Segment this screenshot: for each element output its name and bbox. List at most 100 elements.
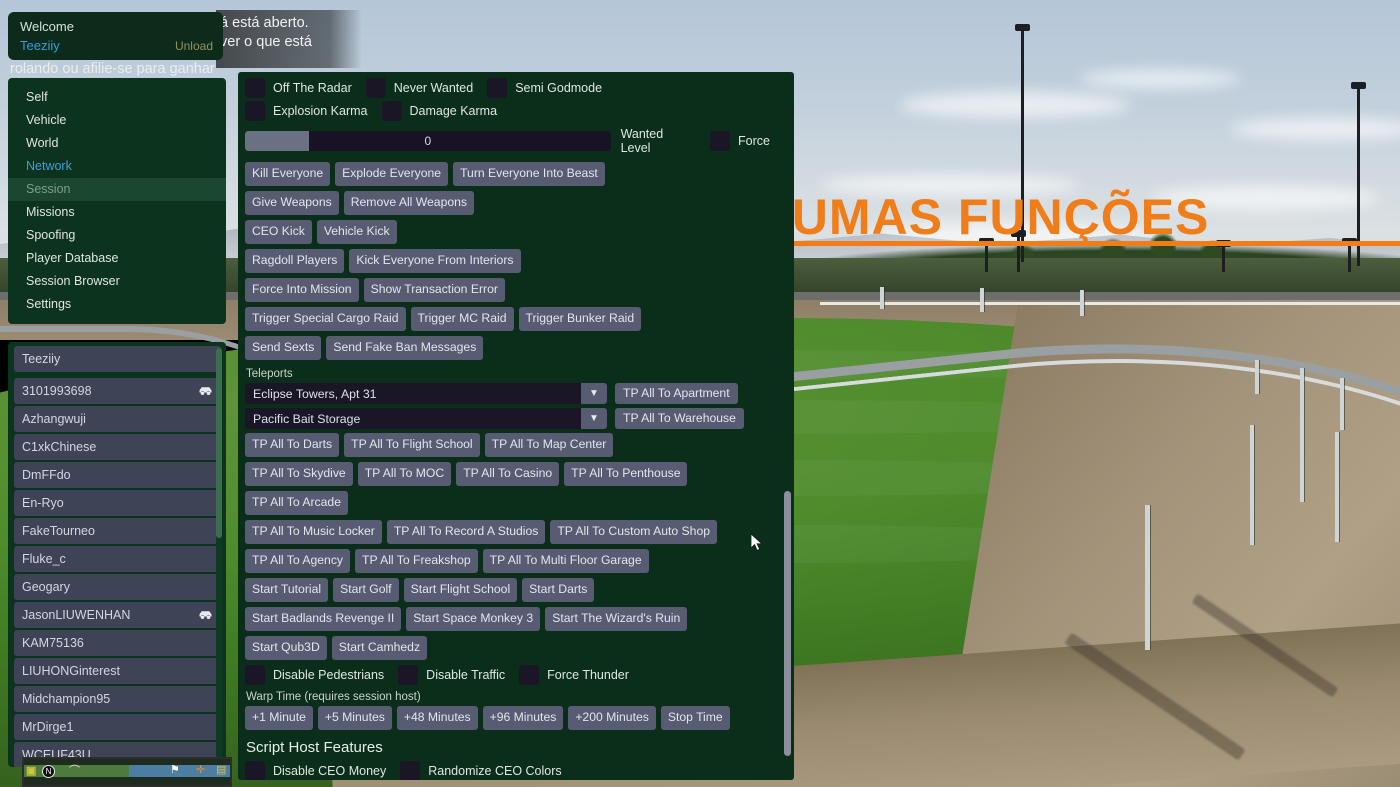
sidebar-item-spoofing[interactable]: Spoofing [8, 224, 226, 247]
sidebar-item-network[interactable]: Network [8, 155, 226, 178]
player-row[interactable]: Midchampion95 [14, 686, 221, 712]
disable-ceo-money-checkbox[interactable] [245, 761, 265, 780]
tp-all-to-custom-auto-shop-button[interactable]: TP All To Custom Auto Shop [550, 520, 718, 544]
tp-all-to-multi-floor-garage-button[interactable]: TP All To Multi Floor Garage [482, 549, 649, 573]
send-sexts-button[interactable]: Send Sexts [245, 336, 322, 360]
sidebar-item-self[interactable]: Self [8, 86, 226, 109]
force-wanted-checkbox[interactable] [710, 131, 731, 151]
sidebar-item-player-database[interactable]: Player Database [8, 247, 226, 270]
explode-everyone-button[interactable]: Explode Everyone [335, 162, 449, 186]
player-row[interactable]: DmFFdo [14, 462, 221, 488]
tp-all-to-darts-button[interactable]: TP All To Darts [245, 433, 340, 457]
player-list-scrollbar[interactable] [216, 348, 222, 758]
tp-all-to-skydive-button[interactable]: TP All To Skydive [245, 462, 353, 486]
tp-all-to-flight-school-button[interactable]: TP All To Flight School [344, 433, 480, 457]
start-badlands-revenge-ii-button[interactable]: Start Badlands Revenge II [245, 607, 402, 631]
start-space-monkey-3-button[interactable]: Start Space Monkey 3 [406, 607, 541, 631]
48-minutes-button[interactable]: +48 Minutes [396, 706, 478, 730]
wanted-level-slider[interactable]: 0 [245, 131, 611, 151]
player-row-self[interactable]: Teeziiy [14, 346, 221, 372]
remove-all-weapons-button[interactable]: Remove All Weapons [343, 191, 475, 215]
player-row[interactable]: En-Ryo [14, 490, 221, 516]
vehicle-kick-button[interactable]: Vehicle Kick [316, 220, 397, 244]
trigger-bunker-raid-button[interactable]: Trigger Bunker Raid [518, 307, 642, 331]
kick-everyone-from-interiors-button[interactable]: Kick Everyone From Interiors [349, 249, 521, 273]
1-minute-button[interactable]: +1 Minute [245, 706, 313, 730]
main-panel-scrollbar[interactable] [784, 76, 791, 776]
start-darts-button[interactable]: Start Darts [522, 578, 595, 602]
sidebar-item-world[interactable]: World [8, 132, 226, 155]
show-transaction-error-button[interactable]: Show Transaction Error [363, 278, 505, 302]
player-row[interactable]: LIUHONGinterest [14, 658, 221, 684]
force-thunder-checkbox[interactable] [519, 665, 540, 685]
player-row[interactable]: Geogary [14, 574, 221, 600]
turn-everyone-into-beast-button[interactable]: Turn Everyone Into Beast [453, 162, 605, 186]
warehouse-dropdown[interactable]: Pacific Bait Storage ▼ [245, 408, 607, 429]
tp-all-to-casino-button[interactable]: TP All To Casino [456, 462, 560, 486]
disable-traffic-checkbox[interactable] [398, 665, 419, 685]
sidebar-item-missions[interactable]: Missions [8, 201, 226, 224]
chevron-down-icon[interactable]: ▼ [581, 408, 607, 429]
tp-all-to-arcade-button[interactable]: TP All To Arcade [245, 491, 348, 515]
ragdoll-players-button[interactable]: Ragdoll Players [245, 249, 345, 273]
chevron-down-icon[interactable]: ▼ [581, 383, 607, 404]
disable-pedestrians-toggle[interactable]: Disable Pedestrians [245, 665, 384, 685]
off-the-radar-checkbox[interactable] [245, 78, 265, 98]
player-list-scrollbar-thumb[interactable] [216, 348, 222, 538]
sidebar-item-settings[interactable]: Settings [8, 293, 226, 316]
never-wanted-toggle[interactable]: Never Wanted [365, 78, 473, 98]
player-row[interactable]: Azhangwuji [14, 406, 221, 432]
start-flight-school-button[interactable]: Start Flight School [403, 578, 518, 602]
player-row[interactable]: 3101993698 [14, 378, 221, 404]
force-wanted-toggle[interactable]: Force [710, 131, 770, 151]
start-tutorial-button[interactable]: Start Tutorial [245, 578, 329, 602]
tp-all-to-map-center-button[interactable]: TP All To Map Center [484, 433, 614, 457]
trigger-special-cargo-raid-button[interactable]: Trigger Special Cargo Raid [245, 307, 406, 331]
damage-karma-toggle[interactable]: Damage Karma [381, 101, 497, 121]
kill-everyone-button[interactable]: Kill Everyone [245, 162, 331, 186]
send-fake-ban-messages-button[interactable]: Send Fake Ban Messages [326, 336, 484, 360]
sidebar-item-session-browser[interactable]: Session Browser [8, 270, 226, 293]
200-minutes-button[interactable]: +200 Minutes [568, 706, 656, 730]
tp-all-to-music-locker-button[interactable]: TP All To Music Locker [245, 520, 382, 544]
sidebar-item-vehicle[interactable]: Vehicle [8, 109, 226, 132]
never-wanted-checkbox[interactable] [365, 78, 386, 98]
tp-all-to-moc-button[interactable]: TP All To MOC [357, 462, 452, 486]
force-into-mission-button[interactable]: Force Into Mission [245, 278, 359, 302]
disable-pedestrians-checkbox[interactable] [245, 665, 265, 685]
start-the-wizard-s-ruin-button[interactable]: Start The Wizard's Ruin [545, 607, 688, 631]
player-row[interactable]: Fluke_c [14, 546, 221, 572]
semi-godmode-toggle[interactable]: Semi Godmode [487, 78, 602, 98]
off-the-radar-toggle[interactable]: Off The Radar [245, 78, 352, 98]
damage-karma-checkbox[interactable] [381, 101, 402, 121]
apartment-dropdown[interactable]: Eclipse Towers, Apt 31 ▼ [245, 383, 607, 404]
semi-godmode-checkbox[interactable] [487, 78, 508, 98]
force-thunder-toggle[interactable]: Force Thunder [519, 665, 629, 685]
player-row[interactable]: FakeTourneo [14, 518, 221, 544]
tp-all-to-freakshop-button[interactable]: TP All To Freakshop [355, 549, 478, 573]
player-row[interactable]: JasonLIUWENHAN [14, 602, 221, 628]
trigger-mc-raid-button[interactable]: Trigger MC Raid [410, 307, 514, 331]
start-qub3d-button[interactable]: Start Qub3D [245, 636, 327, 660]
start-camhedz-button[interactable]: Start Camhedz [331, 636, 428, 660]
sidebar-item-session[interactable]: Session [8, 178, 226, 201]
unload-button[interactable]: Unload [175, 39, 213, 53]
player-row[interactable]: C1xkChinese [14, 434, 221, 460]
tp-all-to-agency-button[interactable]: TP All To Agency [245, 549, 351, 573]
main-panel-scrollbar-thumb[interactable] [784, 491, 791, 756]
give-weapons-button[interactable]: Give Weapons [245, 191, 339, 215]
tp-all-to-record-a-studios-button[interactable]: TP All To Record A Studios [386, 520, 546, 544]
5-minutes-button[interactable]: +5 Minutes [317, 706, 392, 730]
randomize-ceo-colors-toggle[interactable]: Randomize CEO Colors [400, 761, 562, 780]
explosion-karma-checkbox[interactable] [245, 101, 265, 121]
96-minutes-button[interactable]: +96 Minutes [482, 706, 564, 730]
randomize-ceo-colors-checkbox[interactable] [400, 761, 421, 780]
start-golf-button[interactable]: Start Golf [333, 578, 399, 602]
tp-all-to-warehouse-button[interactable]: TP All To Warehouse [615, 408, 744, 429]
stop-time-button[interactable]: Stop Time [660, 706, 730, 730]
player-row[interactable]: MrDirge1 [14, 714, 221, 740]
explosion-karma-toggle[interactable]: Explosion Karma [245, 101, 368, 121]
tp-all-to-apartment-button[interactable]: TP All To Apartment [615, 383, 738, 404]
ceo-kick-button[interactable]: CEO Kick [245, 220, 312, 244]
disable-ceo-money-toggle[interactable]: Disable CEO Money [245, 761, 386, 780]
